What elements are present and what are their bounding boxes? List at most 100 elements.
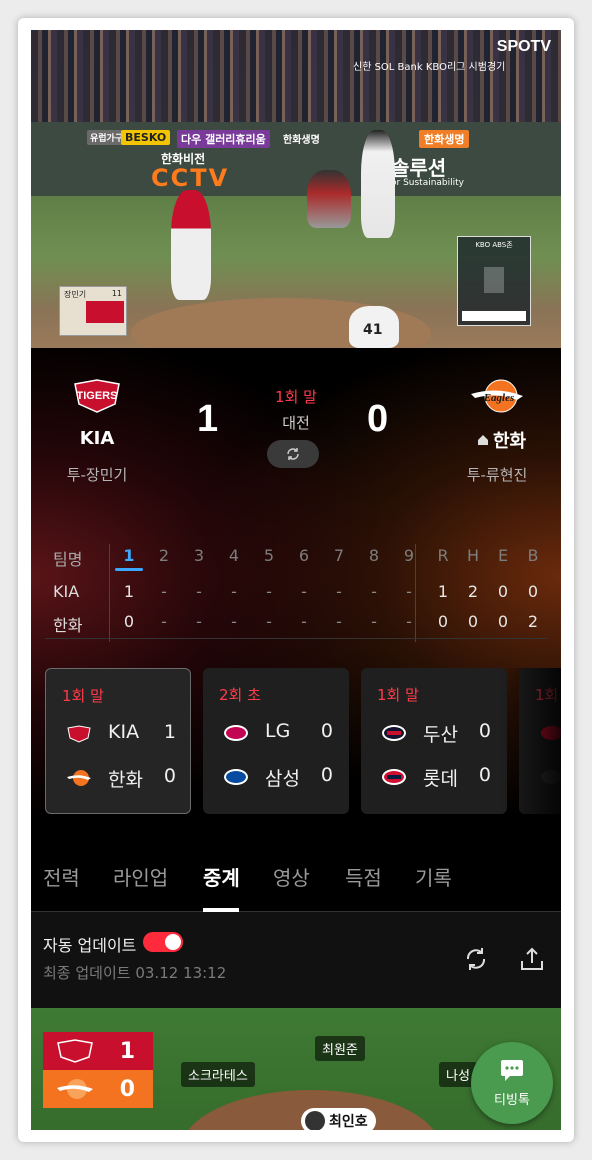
- game-card-inning: 2회 초: [219, 686, 261, 704]
- game-card-score: 0: [320, 764, 333, 786]
- tab-video[interactable]: 영상: [273, 862, 310, 891]
- refresh-button[interactable]: [461, 944, 491, 974]
- auto-update-bar: 자동 업데이트 최종 업데이트 03.12 13:12: [31, 912, 561, 1008]
- overlay-count: 11: [111, 289, 122, 298]
- game-card[interactable]: 1회 말 KIA 1 한화 0: [45, 668, 191, 814]
- game-card-home-row: 한화 0: [46, 763, 192, 793]
- inning-score: -: [406, 582, 412, 601]
- inning-score: -: [371, 582, 377, 601]
- total-value: 0: [437, 612, 449, 631]
- share-button[interactable]: [517, 944, 547, 974]
- inning-header[interactable]: 6: [292, 546, 316, 565]
- auto-update-label: 자동 업데이트: [43, 936, 137, 955]
- inning-score: -: [231, 612, 237, 631]
- inning-header[interactable]: 2: [152, 546, 176, 565]
- inning-header[interactable]: 1: [117, 546, 141, 565]
- game-card-team: 한화: [108, 769, 143, 791]
- inning-score: -: [266, 582, 272, 601]
- outfield-wall: 유럽가구 BESKO 다우 갤러리휴리움 한화생명 한화생명 한화비전 CCTV…: [31, 122, 561, 196]
- tab-broadcast[interactable]: 중계: [203, 862, 240, 891]
- other-games-carousel[interactable]: 1회 말 KIA 1 한화 0 2회 초 LG 0 삼성 0 1회 말 두산 0…: [31, 668, 561, 828]
- total-header: H: [466, 546, 480, 565]
- hanwha-eagles-logo: [64, 767, 94, 789]
- tving-talk-button[interactable]: 티빙톡: [471, 1042, 553, 1124]
- kia-tigers-logo: [64, 723, 94, 745]
- inning-header[interactable]: 9: [397, 546, 421, 565]
- wall-banner: 한화생명: [283, 135, 320, 146]
- inning-header[interactable]: 5: [257, 546, 281, 565]
- overlay-image: [86, 301, 124, 323]
- stadium-name: 대전: [282, 414, 310, 432]
- jersey-number: 41: [363, 322, 383, 338]
- tving-talk-label: 티빙톡: [494, 1092, 530, 1108]
- game-card[interactable]: 1회 말 두산 0 롯데 0: [361, 668, 507, 814]
- auto-update-toggle[interactable]: [143, 932, 183, 952]
- total-value: 0: [497, 582, 509, 601]
- inning-score: -: [301, 582, 307, 601]
- total-value: 0: [527, 582, 539, 601]
- samsung-lions-logo: [221, 766, 251, 788]
- game-card-home-row: 롯데 0: [361, 762, 507, 792]
- share-icon: [521, 947, 543, 970]
- inning-score: -: [196, 612, 202, 631]
- away-pitcher: 투-장민기: [66, 466, 128, 484]
- inning-score: 1: [123, 582, 135, 601]
- linescore-header-row: 팀명 1 2 3 4 5 6 7 8 9 R H E B: [31, 546, 561, 570]
- total-header: B: [527, 546, 539, 565]
- game-card-score: 0: [163, 765, 176, 787]
- batter-tag[interactable]: 최인호: [301, 1108, 376, 1130]
- away-team-name: KIA: [79, 428, 115, 449]
- total-header: R: [437, 546, 449, 565]
- inning-score: -: [161, 582, 167, 601]
- game-card-score: 0: [478, 720, 491, 742]
- broadcast-score-overlay: 장민기 11: [59, 286, 127, 336]
- avatar: [305, 1111, 325, 1130]
- svg-text:Eagles: Eagles: [483, 392, 515, 404]
- section-divider: [45, 638, 547, 639]
- video-player[interactable]: SPOTV 신한 SOL Bank KBO리그 시범경기 유럽가구 BESKO …: [31, 30, 561, 348]
- mini-home-score: 0: [119, 1076, 135, 1102]
- hanwha-eagles-logo: Eagles: [467, 376, 527, 416]
- inning-score: -: [336, 612, 342, 631]
- fielder-label-cf: 최원준: [315, 1036, 365, 1061]
- total-header: E: [497, 546, 509, 565]
- total-value: 0: [467, 612, 479, 631]
- fielder-label-lf: 소크라테스: [181, 1062, 255, 1087]
- batter-name: 최인호: [329, 1114, 368, 1130]
- home-icon: [477, 435, 488, 445]
- current-inning: 1회 말: [275, 388, 317, 406]
- wall-banner: or Sustainability: [391, 178, 465, 188]
- inning-header[interactable]: 3: [187, 546, 211, 565]
- wall-banner: 다우 갤러리휴리움: [177, 130, 270, 148]
- toggle-knob: [165, 934, 181, 950]
- hanwha-eagles-logo: [57, 1079, 93, 1099]
- total-value: 2: [527, 612, 539, 631]
- svg-text:TIGERS: TIGERS: [77, 390, 118, 402]
- away-score: 1: [197, 398, 219, 440]
- home-team-name: 한화: [492, 431, 527, 452]
- kia-tigers-logo: [57, 1039, 93, 1063]
- app-screen: SPOTV 신한 SOL Bank KBO리그 시범경기 유럽가구 BESKO …: [31, 30, 561, 1130]
- tab-bar: 전력 라인업 중계 영상 득점 기록: [31, 848, 561, 912]
- total-value: 2: [467, 582, 479, 601]
- inning-header[interactable]: 8: [362, 546, 386, 565]
- game-card-team: 삼성: [265, 768, 300, 790]
- inning-header[interactable]: 4: [222, 546, 246, 565]
- batter-figure: [361, 130, 395, 238]
- tab-power[interactable]: 전력: [43, 862, 80, 891]
- carousel-fade: [501, 668, 561, 828]
- home-pitcher: 투-류현진: [466, 466, 528, 484]
- game-card-home-row: 삼성 0: [203, 762, 349, 792]
- tab-scoring[interactable]: 득점: [345, 862, 382, 891]
- tab-lineup[interactable]: 라인업: [113, 862, 168, 891]
- inning-header[interactable]: 7: [327, 546, 351, 565]
- game-card-away-row: KIA 1: [46, 719, 192, 749]
- tab-records[interactable]: 기록: [415, 862, 452, 891]
- inning-score: -: [196, 582, 202, 601]
- refresh-icon: [287, 448, 299, 460]
- wall-banner: CCTV: [151, 164, 230, 192]
- row-team-name: 한화: [53, 616, 83, 635]
- refresh-score-button[interactable]: [267, 440, 319, 468]
- linescore-row-home: 한화 0 - - - - - - - - 0 0 0 2: [31, 612, 561, 636]
- game-card[interactable]: 2회 초 LG 0 삼성 0: [203, 668, 349, 814]
